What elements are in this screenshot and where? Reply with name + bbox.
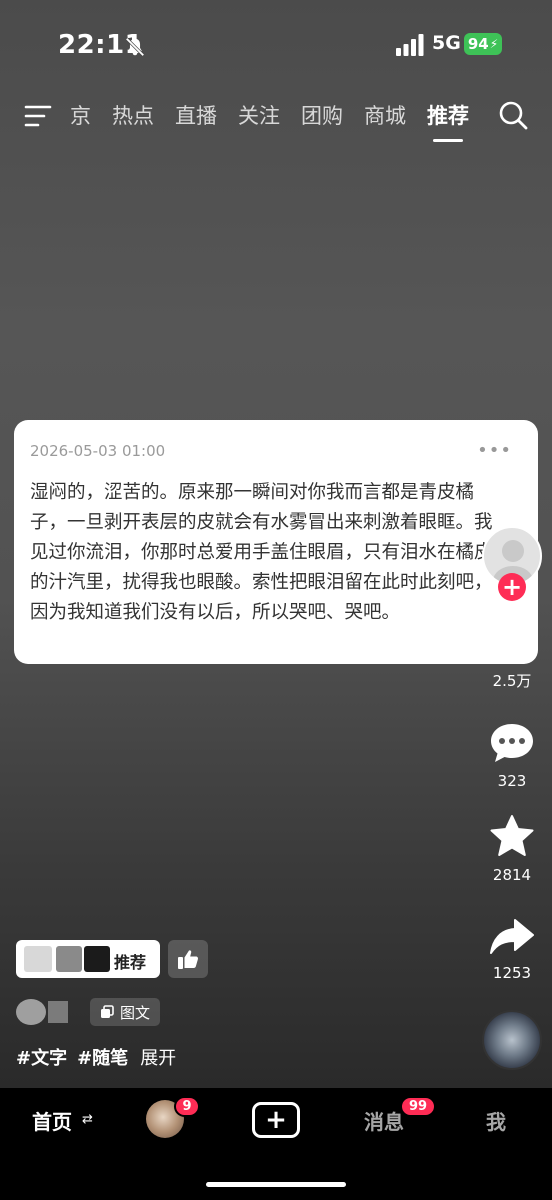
image-text-chip[interactable]: 图文 — [90, 998, 161, 1026]
top-nav: 京 热点 直播 关注 团购 商城 推荐 — [0, 96, 552, 142]
like-count: 2.5万 — [492, 672, 532, 690]
comment-count: 323 — [497, 772, 527, 790]
post-date: 2026-05-03 01:00 — [30, 442, 166, 460]
bell-muted-icon — [125, 37, 145, 57]
battery-indicator: 94 ⚡ — [464, 33, 502, 55]
star-icon — [490, 815, 534, 856]
music-disc[interactable] — [482, 1010, 542, 1070]
blurred-name-part — [24, 946, 52, 972]
author-name-chip[interactable]: 推荐 — [16, 940, 160, 978]
expand-link[interactable]: 展开 — [140, 1044, 176, 1070]
share-arrow-icon — [490, 919, 534, 954]
signal-icon — [396, 34, 424, 56]
status-bar: 22:11 5G 94 ⚡ — [0, 28, 552, 64]
follow-plus-button[interactable]: + — [498, 573, 526, 601]
heart-icon — [491, 622, 533, 660]
blurred-location-icon — [16, 999, 46, 1025]
comment-button[interactable]: 323 — [484, 722, 540, 790]
meta-row: 图文 — [16, 998, 161, 1026]
tab-home[interactable]: 首页 — [32, 1106, 72, 1135]
tab-me[interactable]: 我 — [486, 1106, 506, 1135]
feed-screen: 22:11 5G 94 ⚡ 京 热点 直播 关注 团购 商城 推荐 2026-0… — [0, 0, 552, 1088]
search-icon[interactable] — [498, 100, 528, 130]
blurred-name-part — [56, 946, 82, 972]
share-button[interactable]: 1253 — [484, 918, 540, 982]
thumbs-up-button[interactable] — [168, 940, 208, 978]
like-button[interactable]: 2.5万 — [484, 620, 540, 691]
image-text-label: 图文 — [120, 1003, 151, 1022]
post-text: 湿闷的，涩苦的。原来那一瞬间对你我而言都是青皮橘子，一旦剥开表层的皮就会有水雾冒… — [30, 482, 493, 623]
favorite-button[interactable]: 2814 — [484, 814, 540, 884]
home-indicator — [206, 1182, 346, 1187]
tab-mall[interactable]: 商城 — [364, 100, 406, 130]
tab-recommend[interactable]: 推荐 — [427, 100, 469, 142]
menu-icon[interactable] — [24, 104, 52, 128]
author-row: 推荐 — [16, 940, 208, 978]
avatar-placeholder-head — [502, 540, 524, 562]
tab-hot[interactable]: 热点 — [112, 100, 154, 130]
post-card[interactable]: 2026-05-03 01:00 ••• 湿闷的，涩苦的。原来那一瞬间对你我而言… — [14, 420, 538, 664]
share-count: 1253 — [492, 964, 532, 982]
tab-messages[interactable]: 消息 — [364, 1106, 404, 1135]
tags-row: #文字 #随笔 展开 — [16, 1044, 176, 1070]
nav-tabs: 京 热点 直播 关注 团购 商城 推荐 — [70, 100, 490, 142]
tab-group-buy[interactable]: 团购 — [301, 100, 343, 130]
friends-badge: 9 — [174, 1096, 200, 1117]
messages-badge: 99 — [400, 1096, 436, 1117]
tab-jing[interactable]: 京 — [70, 100, 91, 130]
refresh-swap-icon: ⇄ — [82, 1112, 93, 1127]
thumbs-up-icon — [178, 950, 199, 969]
create-post-button[interactable]: + — [252, 1102, 300, 1138]
tab-live[interactable]: 直播 — [175, 100, 217, 130]
hashtag-text[interactable]: #文字 — [16, 1044, 67, 1070]
tab-following[interactable]: 关注 — [238, 100, 280, 130]
image-stack-icon — [101, 1005, 114, 1018]
blurred-name-part — [84, 946, 110, 972]
bottom-tab-bar: 首页 ⇄ 9 + 消息 99 我 — [0, 1088, 552, 1200]
hashtag-essay[interactable]: #随笔 — [77, 1044, 128, 1070]
network-type: 5G — [432, 32, 461, 54]
charging-icon: ⚡ — [489, 37, 499, 51]
blurred-location-text — [48, 1001, 68, 1023]
recommend-label: 推荐 — [114, 953, 147, 972]
favorite-count: 2814 — [492, 866, 532, 884]
comment-icon — [491, 724, 533, 762]
more-options-icon[interactable]: ••• — [477, 440, 512, 461]
battery-level: 94 — [467, 35, 489, 53]
